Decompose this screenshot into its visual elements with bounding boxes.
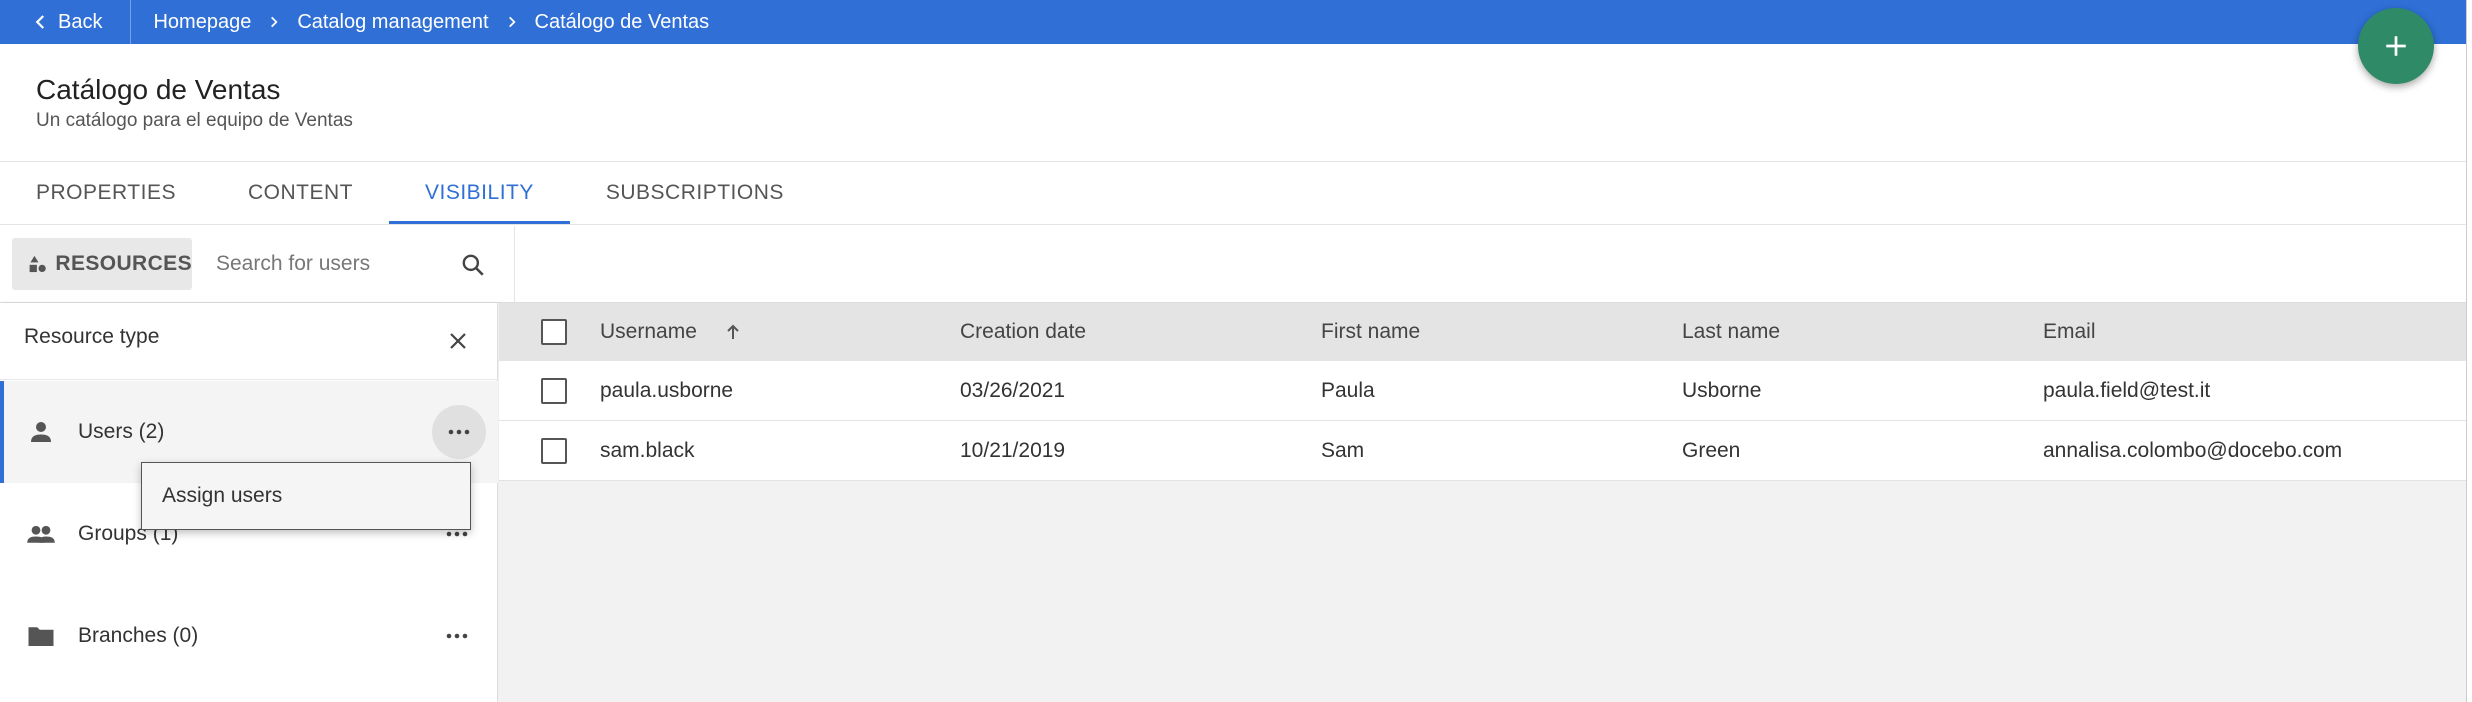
tab-properties[interactable]: PROPERTIES	[0, 162, 212, 224]
breadcrumb-homepage[interactable]: Homepage	[153, 11, 251, 34]
shapes-icon	[29, 255, 46, 273]
close-icon[interactable]	[446, 329, 470, 353]
resources-button[interactable]: RESOURCES	[12, 238, 192, 290]
table-row[interactable]: sam.black 10/21/2019 Sam Green annalisa.…	[499, 421, 2466, 481]
menu-item-assign-users[interactable]: Assign users	[142, 463, 470, 529]
window-edge	[2466, 0, 2472, 702]
tab-visibility[interactable]: VISIBILITY	[388, 162, 570, 224]
cell-creation-date: 03/26/2021	[960, 378, 1066, 402]
breadcrumb-catalog-management[interactable]: Catalog management	[297, 11, 488, 34]
column-header-email[interactable]: Email	[2043, 303, 2096, 361]
column-header-first-name[interactable]: First name	[1321, 303, 1420, 361]
plus-icon	[2386, 36, 2406, 56]
row-checkbox[interactable]	[541, 438, 567, 464]
chevron-right-icon	[505, 15, 519, 29]
users-table: Username Creation date First name Last n…	[499, 303, 2466, 702]
page-title: Catálogo de Ventas	[36, 74, 281, 105]
table-header: Username Creation date First name Last n…	[499, 303, 2466, 361]
column-header-username[interactable]: Username	[600, 303, 741, 361]
cell-email: annalisa.colombo@docebo.com	[2043, 438, 2343, 462]
group-icon	[27, 525, 55, 543]
tab-bar: PROPERTIES CONTENT VISIBILITY SUBSCRIPTI…	[0, 162, 820, 224]
divider	[514, 226, 515, 302]
resource-item-label: Branches (0)	[78, 624, 199, 647]
cell-last-name: Green	[1682, 438, 1741, 462]
search-input[interactable]	[202, 252, 442, 276]
top-bar: Back Homepage Catalog management Catálog…	[0, 0, 2472, 44]
page-subtitle: Un catálogo para el equipo de Ventas	[36, 110, 353, 131]
cell-creation-date: 10/21/2019	[960, 438, 1066, 462]
cell-email: paula.field@test.it	[2043, 378, 2211, 402]
breadcrumb: Homepage Catalog management Catálogo de …	[131, 11, 709, 34]
breadcrumb-current: Catálogo de Ventas	[534, 10, 710, 33]
more-options-button[interactable]	[432, 405, 486, 459]
resource-item-label: Users (2)	[78, 420, 165, 443]
chevron-left-icon	[35, 15, 45, 29]
tab-subscriptions[interactable]: SUBSCRIPTIONS	[570, 162, 820, 224]
back-button[interactable]: Back	[0, 0, 132, 44]
context-menu: Assign users	[141, 462, 471, 530]
folder-icon	[28, 627, 54, 646]
resources-label: RESOURCES	[55, 252, 192, 275]
more-options-button[interactable]	[430, 609, 484, 663]
back-label: Back	[58, 10, 103, 33]
row-checkbox[interactable]	[541, 378, 567, 404]
cell-first-name: Sam	[1321, 438, 1365, 462]
cell-username: paula.usborne	[600, 378, 734, 402]
search-icon[interactable]	[460, 252, 486, 278]
add-button[interactable]	[2358, 8, 2434, 84]
cell-first-name: Paula	[1321, 378, 1375, 402]
column-label: Username	[600, 320, 697, 343]
search-box	[202, 238, 502, 290]
cell-last-name: Usborne	[1682, 378, 1762, 402]
more-horizontal-icon	[448, 429, 470, 435]
column-header-last-name[interactable]: Last name	[1682, 303, 1780, 361]
more-horizontal-icon	[446, 633, 468, 639]
panel-title: Resource type	[24, 325, 160, 348]
table-row[interactable]: paula.usborne 03/26/2021 Paula Usborne p…	[499, 361, 2466, 421]
resource-item-branches[interactable]: Branches (0)	[0, 585, 498, 687]
chevron-right-icon	[267, 15, 281, 29]
tab-content[interactable]: CONTENT	[212, 162, 389, 224]
select-all-checkbox[interactable]	[541, 319, 567, 345]
person-icon	[31, 422, 51, 442]
more-horizontal-icon	[446, 531, 468, 537]
column-header-creation-date[interactable]: Creation date	[960, 303, 1086, 361]
arrow-up-icon	[727, 324, 739, 339]
divider	[0, 379, 498, 380]
divider	[0, 224, 2466, 225]
cell-username: sam.black	[600, 438, 695, 462]
